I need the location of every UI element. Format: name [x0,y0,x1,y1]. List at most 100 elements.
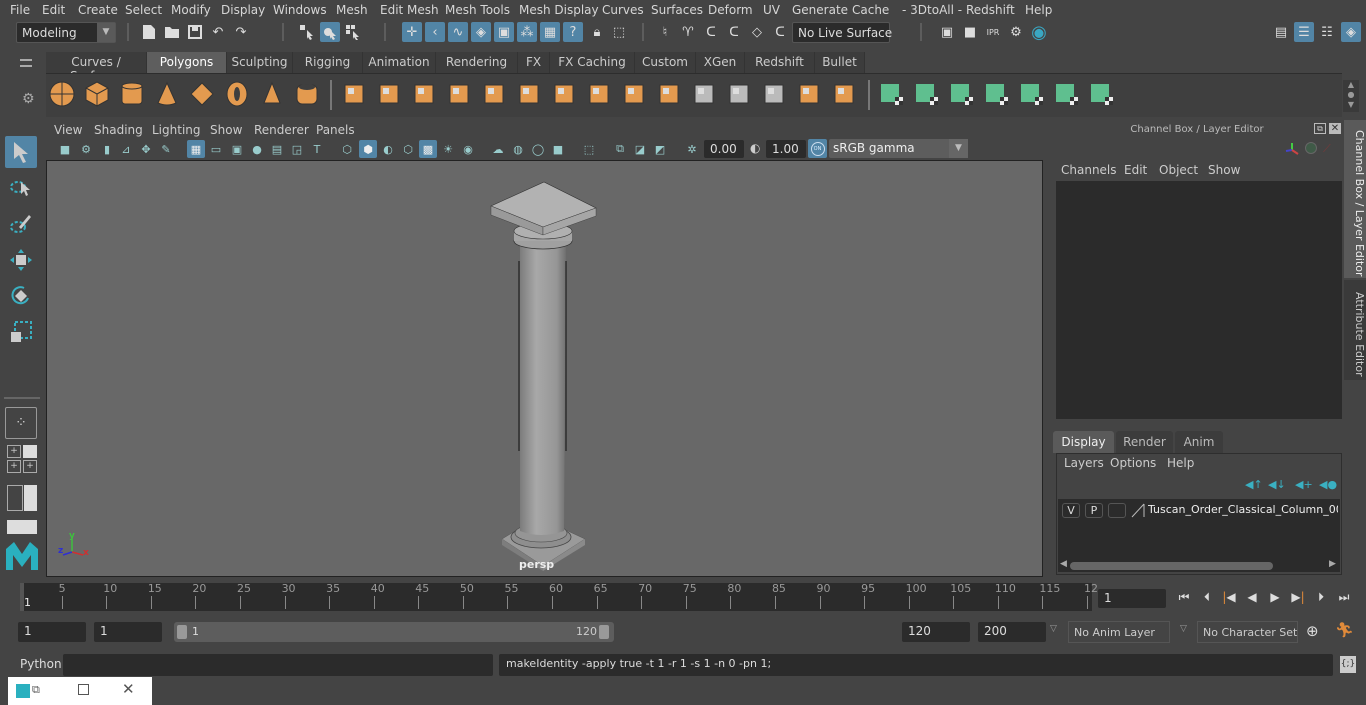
lasso-tool-icon[interactable] [5,172,37,204]
freeze-transform-icon[interactable] [725,80,753,108]
bridge-icon[interactable] [515,80,543,108]
menu-edit[interactable]: Edit [42,3,65,17]
center-pivot-icon[interactable] [690,80,718,108]
outliner-layout-icon[interactable] [7,485,37,511]
new-scene-icon[interactable] [139,22,159,42]
ipr-render-icon[interactable]: IPR [983,22,1003,42]
snap-clip-icon[interactable]: ▦ [540,22,560,42]
separate-icon[interactable] [375,80,403,108]
extrude-icon[interactable] [480,80,508,108]
range-end-handle[interactable] [599,625,609,639]
lock-icon[interactable]: 🔒︎ [587,22,607,42]
select-object-icon[interactable] [320,22,340,42]
snap-live-icon[interactable]: ▣ [494,22,514,42]
attribute-editor-toggle-icon[interactable]: ☰ [1294,22,1314,42]
live-surface-field[interactable]: No Live Surface [792,22,892,43]
layer-display-type-toggle[interactable] [1108,503,1126,518]
xray-icon[interactable]: ⧉ [611,140,629,158]
help-icon[interactable]: ? [563,22,583,42]
tool-settings-toggle-icon[interactable]: ☷ [1317,22,1337,42]
hypershade-icon[interactable]: ◉ [1029,22,1049,43]
unfold-uv-icon[interactable] [1018,80,1046,108]
shelf-tab-curves-surfaces[interactable]: Curves / Surfaces [46,52,147,83]
safe-action-icon[interactable]: ◲ [288,140,306,158]
menu-deform[interactable]: Deform [708,3,753,17]
select-component-icon[interactable] [343,22,363,42]
play-forward-icon[interactable]: ▶ [1266,588,1284,606]
poly-sphere-icon[interactable] [48,80,76,108]
vp-menu-view[interactable]: View [54,123,82,137]
paint-select-tool-icon[interactable] [5,208,37,240]
layer-menu-layers[interactable]: Layers [1064,456,1104,470]
scroll-right-icon[interactable]: ▶ [1329,559,1336,569]
menu-select[interactable]: Select [125,3,162,17]
snap-grid-icon[interactable]: ✛ [402,22,422,42]
motion-blur-icon[interactable]: ◍ [509,140,527,158]
close-icon[interactable]: ✕ [1329,123,1341,134]
insert-edgeloop-icon[interactable] [795,80,823,108]
mirror-icon[interactable] [410,80,438,108]
speed-icon[interactable] [1305,142,1317,154]
bookmark-icon[interactable]: ▮ [98,140,116,158]
reflection-icon[interactable]: ᑕ [701,22,721,42]
side-tab-channel-box[interactable]: Channel Box / Layer Editor [1344,120,1366,278]
render-frame-icon[interactable]: ■ [960,22,980,42]
layer-visibility-toggle[interactable]: V [1062,503,1080,518]
poly-cone-icon[interactable] [153,80,181,108]
go-to-start-icon[interactable]: ⏮ [1175,588,1193,606]
channel-box-toggle-icon[interactable]: ◈ [1341,22,1361,42]
color-space-dropdown[interactable]: sRGB gamma ▼ [829,139,968,158]
menu-uv[interactable]: UV [763,3,780,17]
character-set-chevron-icon[interactable]: ▽ [1180,624,1187,634]
step-forward-frame-icon[interactable]: ⏵ [1312,588,1330,606]
magnet-icon[interactable]: ◇ [747,22,767,42]
anim-layer-dropdown[interactable]: No Anim Layer [1068,621,1170,643]
move-layer-down-icon[interactable]: ◀↓ [1268,478,1286,491]
xray-joints-icon[interactable]: ◩ [651,140,669,158]
layer-playback-toggle[interactable]: P [1085,503,1103,518]
menu-cache[interactable]: Cache [852,3,889,17]
open-scene-icon[interactable] [162,22,182,42]
layer-color-swatch[interactable] [1131,503,1145,518]
shelf-tab-rigging[interactable]: Rigging [293,52,363,73]
maximize-icon[interactable] [78,684,89,695]
cb-menu-object[interactable]: Object [1159,163,1198,177]
step-forward-key-icon[interactable]: ▶ | [1289,588,1307,606]
poly-plane-icon[interactable] [188,80,216,108]
menu-edit-mesh[interactable]: Edit Mesh [380,3,439,17]
3d-viewport-persp[interactable]: persp y x z [46,160,1043,577]
shelf-tab-bullet[interactable]: Bullet [815,52,865,73]
combine-icon[interactable] [340,80,368,108]
shelf-tab-rendering[interactable]: Rendering [436,52,518,73]
textured-icon[interactable]: ▩ [419,140,437,158]
layer-menu-options[interactable]: Options [1110,456,1156,470]
layer-horizontal-scrollbar[interactable]: ◀ ▶ [1060,559,1338,571]
vp-menu-show[interactable]: Show [210,123,242,137]
menu-mesh-display[interactable]: Mesh Display [519,3,599,17]
menu-help[interactable]: Help [1025,3,1052,17]
start-time-field[interactable]: 1 [18,622,86,642]
graph-layout-icon[interactable] [7,520,37,534]
cb-menu-edit[interactable]: Edit [1124,163,1147,177]
poly-pyramid-icon[interactable] [258,80,286,108]
side-tab-attribute-editor[interactable]: Attribute Editor [1344,280,1366,380]
go-to-end-icon[interactable]: ⏭ [1335,588,1353,606]
color-management-toggle[interactable]: ON [808,139,827,158]
select-lock-icon[interactable]: ⬚ [609,22,629,42]
resolution-gate-icon[interactable]: ▣ [228,140,246,158]
auto-key-icon[interactable]: ⊕ [1306,622,1319,640]
new-layer-selected-icon[interactable]: ◀● [1319,478,1337,491]
shelf-tab-fx-caching[interactable]: FX Caching [550,52,635,73]
bevel-icon[interactable] [585,80,613,108]
multi-cut-icon[interactable] [550,80,578,108]
attribute-link-icon[interactable]: ⟋ [1323,142,1331,156]
menu-surfaces[interactable]: Surfaces [651,3,703,17]
menu-modify[interactable]: Modify [171,3,211,17]
fill-hole-icon[interactable] [655,80,683,108]
smooth-icon[interactable] [445,80,473,108]
wireframe-icon[interactable]: ⬡ [338,140,356,158]
poly-torus-icon[interactable] [223,80,251,108]
shelf-tab-polygons[interactable]: Polygons [147,52,227,73]
camera-attributes-icon[interactable]: ⚙ [77,140,95,158]
shelf-tab-custom[interactable]: Custom [635,52,696,73]
